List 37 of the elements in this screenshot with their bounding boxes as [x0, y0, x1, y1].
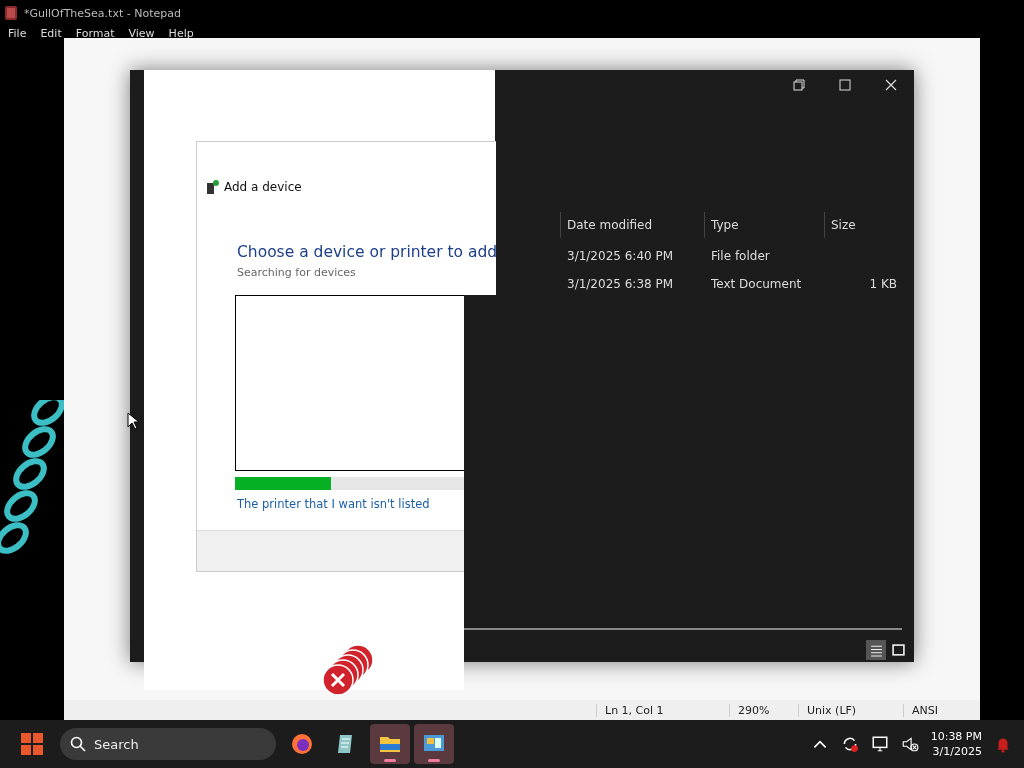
device-icon [206, 179, 220, 195]
start-icon[interactable] [20, 732, 44, 756]
list-icon [869, 643, 883, 657]
control-panel-button[interactable] [414, 724, 454, 764]
status-text: ANSI [903, 703, 972, 717]
column-header[interactable]: Type [704, 212, 824, 238]
search-status: Searching for devices [237, 266, 357, 279]
window-title: *GullOfTheSea.txt - Notepad [24, 6, 181, 20]
table-cell-text: 3/1/2025 6:40 PM [566, 249, 675, 263]
search-field[interactable]: Search [60, 728, 276, 760]
clock-date[interactable]: 3/1/2025 [932, 744, 982, 759]
search-icon [70, 736, 86, 752]
column-header[interactable]: Date modified [560, 212, 704, 238]
status-text: Ln 1, Col 1 [596, 703, 729, 717]
menu-item[interactable]: File [8, 26, 27, 40]
notepad-icon [4, 5, 18, 21]
volume-muted-icon[interactable] [900, 735, 919, 753]
status-text: 290% [729, 703, 798, 717]
table-cell-text: 1 KB [868, 277, 898, 291]
dialog-heading: Choose a device or printer to add [237, 243, 496, 261]
menu-item[interactable]: Format [75, 26, 115, 40]
folder-button[interactable] [370, 724, 410, 764]
menu-item[interactable]: Edit [40, 26, 62, 40]
table-cell-text: 3/1/2025 6:38 PM [566, 277, 675, 291]
menu-item[interactable]: Help [168, 26, 194, 40]
dialog-title: Add a device [224, 180, 302, 194]
table-cell-text: Text Document [710, 277, 803, 291]
table-cell-text: File folder [710, 249, 771, 263]
column-header[interactable]: Size [824, 212, 904, 238]
square-icon [891, 643, 905, 657]
browser-icon [290, 732, 314, 756]
status-text: Unix (LF) [798, 703, 903, 717]
menu-item[interactable]: View [128, 26, 155, 40]
mouse-cursor-icon [127, 412, 139, 430]
details-view-button[interactable] [866, 640, 886, 660]
printer-link[interactable]: The printer that I want isn't listed [237, 497, 464, 512]
clock-time[interactable]: 10:38 PM [930, 729, 982, 744]
